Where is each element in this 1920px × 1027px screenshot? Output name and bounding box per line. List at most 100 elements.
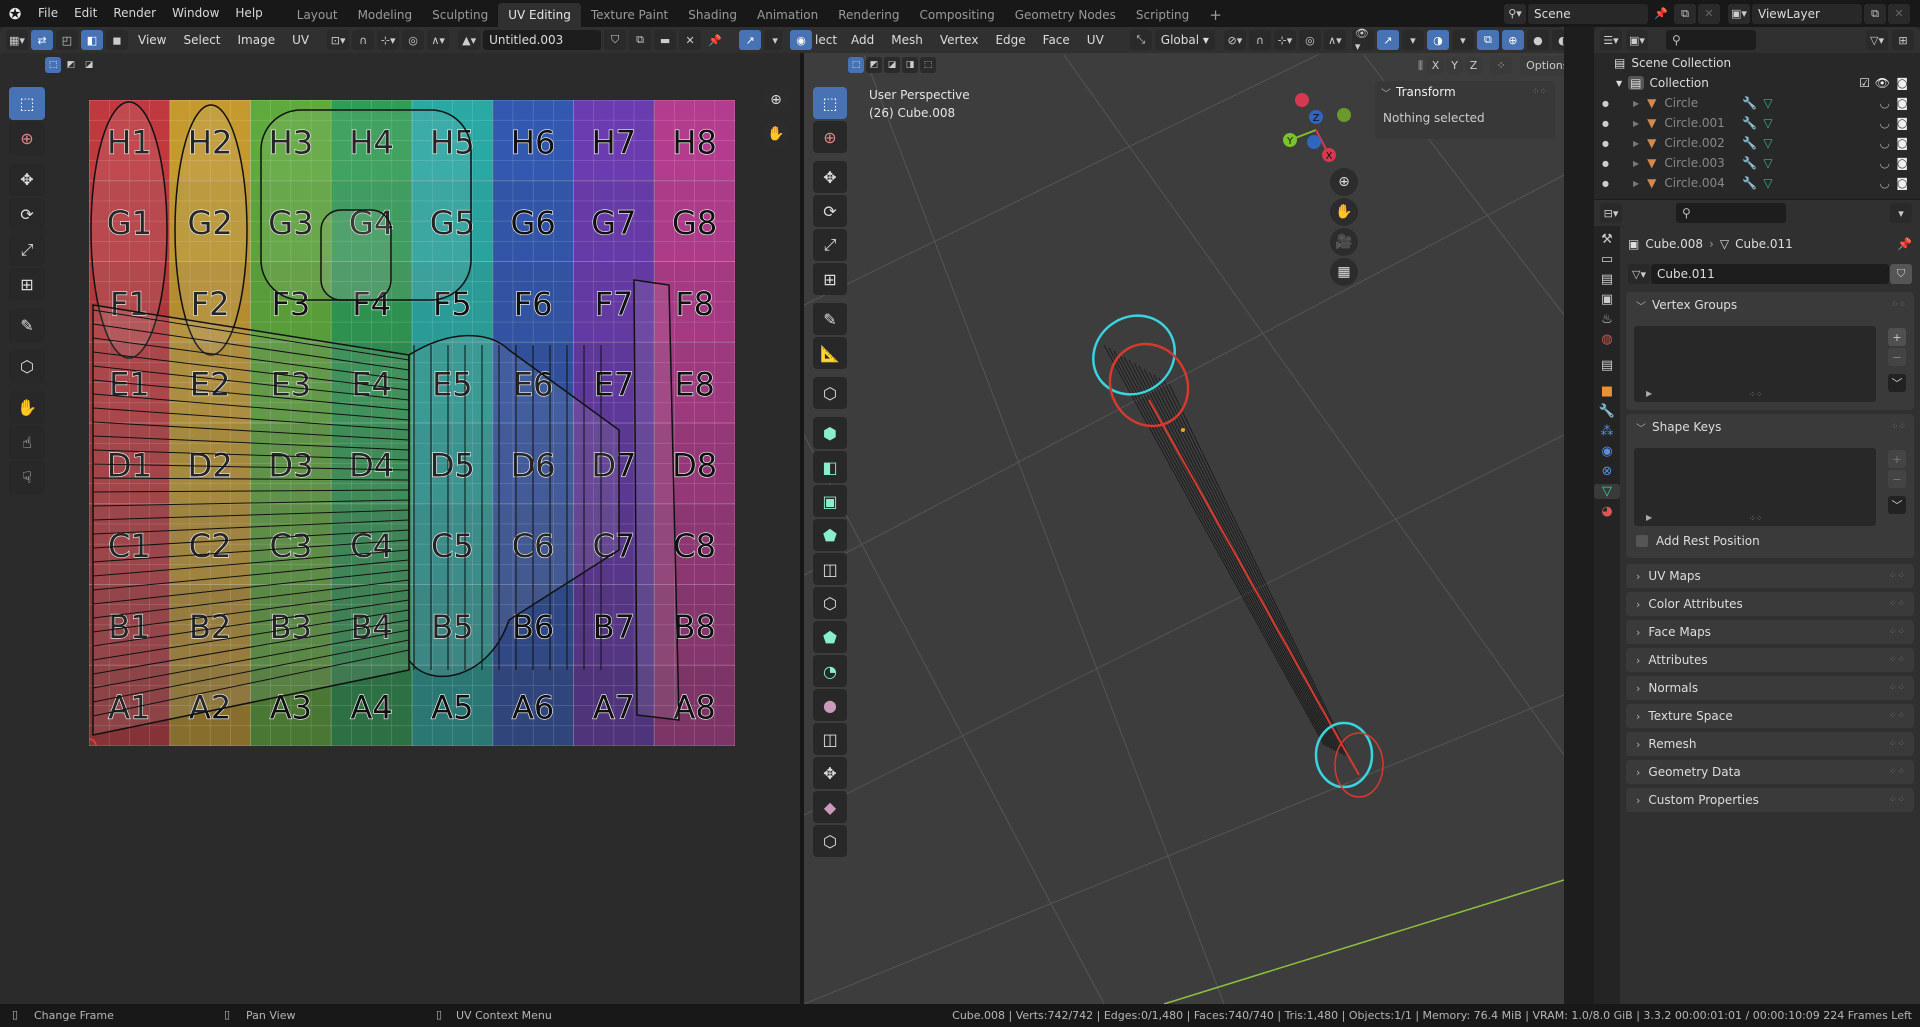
uv-menu-select[interactable]: Select — [176, 33, 227, 47]
navigation-gizmo[interactable] — [1270, 90, 1360, 170]
vp-tool-loop-cut[interactable]: ◫ — [813, 553, 847, 585]
render-camera-icon[interactable]: ◙ — [1896, 136, 1908, 150]
object-tab-icon[interactable]: ■ — [1601, 384, 1613, 399]
visibility-icon[interactable]: 👁▾ — [1351, 27, 1374, 53]
transform-chevron-icon[interactable]: ﹀ — [1381, 85, 1391, 100]
image-name-field[interactable]: Untitled.003 — [483, 30, 602, 50]
mesh-data-icon[interactable]: ▽ — [1763, 116, 1772, 130]
workspace-tab-shading[interactable]: Shading — [678, 3, 747, 27]
mesh-data-icon[interactable]: ▽ — [1763, 96, 1772, 110]
uv-menu-uv[interactable]: UV — [285, 33, 316, 47]
particles-tab-icon[interactable]: ⁂ — [1601, 424, 1614, 439]
delete-view-layer-icon[interactable]: ✕ — [1888, 3, 1910, 24]
drag-grip-icon[interactable]: ⁘⁘ — [1889, 795, 1906, 805]
material-tab-icon[interactable]: ◕ — [1601, 504, 1612, 519]
view-layer-field[interactable]: ViewLayer — [1752, 3, 1862, 24]
workspace-tab-layout[interactable]: Layout — [287, 3, 348, 27]
viewport-gizmo-icon[interactable]: ↗ — [1376, 30, 1399, 50]
collapsed-panel-face-maps[interactable]: › Face Maps ⁘⁘ — [1626, 620, 1914, 644]
drag-grip-icon[interactable]: ⁘⁘ — [1889, 627, 1906, 637]
snap-icon[interactable]: ∩ — [1248, 30, 1271, 50]
mesh-data-icon[interactable]: ▽ — [1763, 136, 1772, 150]
falloff-icon[interactable]: ∧▾ — [427, 30, 450, 50]
expand-arrow-icon[interactable]: ▼ — [1616, 79, 1622, 88]
hide-viewport-icon[interactable]: ◡ — [1880, 116, 1890, 130]
tool-cursor[interactable]: ⊕ — [9, 122, 45, 155]
proportional-falloff-icon[interactable]: ∧▾ — [1323, 30, 1346, 50]
transform-panel-title[interactable]: Transform — [1396, 85, 1456, 99]
drag-grip-icon[interactable]: ⁘⁘ — [1891, 422, 1906, 432]
mirror-y-toggle[interactable]: Y — [1446, 57, 1464, 74]
outliner-editor-type-icon[interactable]: ☰▾ — [1600, 30, 1622, 50]
outliner-item[interactable]: ● ▶ ▼ Circle 🔧 ▽ ◡ ◙ — [1594, 93, 1914, 113]
viewport-menu-mesh[interactable]: Mesh — [884, 33, 930, 47]
outliner-search-field[interactable]: ⚲ — [1666, 30, 1756, 50]
workspace-tab-geometry-nodes[interactable]: Geometry Nodes — [1005, 3, 1126, 27]
collapsed-panel-normals[interactable]: › Normals ⁘⁘ — [1626, 676, 1914, 700]
render-camera-icon[interactable]: ◙ — [1896, 76, 1908, 90]
snap-toggle-icon[interactable]: ∩ — [352, 30, 375, 50]
open-image-icon[interactable]: ▬ — [654, 30, 677, 50]
orientation-icon[interactable]: ⤡ — [1129, 30, 1152, 50]
workspace-tab-modeling[interactable]: Modeling — [348, 3, 423, 27]
properties-options-dropdown[interactable]: ▾ — [1890, 203, 1912, 223]
exclude-checkbox[interactable]: ☑ — [1859, 76, 1870, 90]
render-camera-icon[interactable]: ◙ — [1896, 156, 1908, 170]
collection-tab-icon[interactable]: ▤ — [1601, 358, 1613, 373]
viewport-menu-select[interactable]: lect — [815, 33, 841, 47]
vertex-group-specials-button[interactable]: ﹀ — [1888, 374, 1906, 392]
properties-editor-type-icon[interactable]: ⊟▾ — [1600, 203, 1622, 223]
physics-tab-icon[interactable]: ◉ — [1601, 444, 1612, 459]
collapsed-panel-geometry-data[interactable]: › Geometry Data ⁘⁘ — [1626, 760, 1914, 784]
shape-keys-list[interactable]: ▶ ⁘⁘ — [1634, 448, 1876, 526]
vp-tool-spin[interactable]: ◔ — [813, 655, 847, 687]
modifier-wrench-icon[interactable]: 🔧 — [1742, 96, 1757, 110]
gizmo-toggle-icon[interactable]: ↗ — [739, 30, 762, 50]
modifier-tab-icon[interactable]: 🔧 — [1599, 404, 1615, 419]
outliner-item[interactable]: ● ▶ ▼ Circle.001 🔧 ▽ ◡ ◙ — [1594, 113, 1914, 133]
solid-shading-icon[interactable]: ● — [1526, 30, 1549, 50]
collection-row[interactable]: ▼ ▤ Collection ☑ 👁 ◙ — [1594, 73, 1914, 93]
vp-select-intersect[interactable]: ⬚ — [920, 57, 936, 73]
select-new-mode[interactable]: ⬚ — [45, 57, 61, 73]
vertex-select-mode[interactable]: ◰ — [56, 30, 78, 50]
uv-menu-view[interactable]: View — [131, 33, 173, 47]
tool-move[interactable]: ✥ — [9, 163, 45, 196]
modifier-wrench-icon[interactable]: 🔧 — [1742, 156, 1757, 170]
mesh-data-icon[interactable]: ▽ — [1763, 156, 1772, 170]
viewport-menu-vertex[interactable]: Vertex — [933, 33, 986, 47]
remove-vertex-group-button[interactable]: − — [1888, 348, 1906, 366]
vertex-groups-chevron-icon[interactable]: ﹀ — [1636, 298, 1646, 313]
sync-selection-toggle[interactable]: ⇄ — [31, 30, 53, 50]
list-resize-grip-icon[interactable]: ⁘⁘ — [1749, 514, 1762, 523]
drag-grip-icon[interactable]: ⁘⁘ — [1889, 739, 1906, 749]
mirror-x-toggle[interactable]: X — [1427, 57, 1445, 74]
menu-edit[interactable]: Edit — [66, 0, 105, 27]
new-scene-icon[interactable]: ⧉ — [1674, 3, 1696, 24]
delete-scene-icon[interactable]: ✕ — [1698, 3, 1720, 24]
remove-shape-key-button[interactable]: − — [1888, 470, 1906, 488]
overlays-dropdown[interactable]: ▾ — [1451, 30, 1474, 50]
edge-select-mode[interactable]: ◧ — [81, 30, 103, 50]
tool-rip-region[interactable]: ⬡ — [9, 350, 45, 383]
pin-icon[interactable]: 📌 — [1650, 4, 1672, 24]
scene-selector-icon[interactable]: ⚲▾ — [1504, 3, 1526, 24]
drag-grip-icon[interactable]: ⁘⁘ — [1532, 87, 1547, 97]
properties-search-field[interactable]: ⚲ — [1676, 203, 1786, 223]
pivot-point-icon[interactable]: ⊡▾ — [327, 30, 350, 50]
hide-viewport-icon[interactable]: ◡ — [1880, 136, 1890, 150]
expand-arrow-icon[interactable]: ▶ — [1633, 159, 1639, 168]
fake-user-icon[interactable]: ⛉ — [604, 30, 627, 50]
expand-arrow-icon[interactable]: ▶ — [1633, 99, 1639, 108]
pin-image-icon[interactable]: 📌 — [704, 30, 726, 50]
select-mode-icon[interactable]: ◉ — [790, 30, 812, 50]
unlink-image-icon[interactable]: ✕ — [679, 30, 702, 50]
expand-arrow-icon[interactable]: ▶ — [1633, 139, 1639, 148]
tool-annotate[interactable]: ✎ — [9, 309, 45, 342]
collapsed-panel-color-attributes[interactable]: › Color Attributes ⁘⁘ — [1626, 592, 1914, 616]
drag-grip-icon[interactable]: ⁘⁘ — [1889, 711, 1906, 721]
collapsed-panel-remesh[interactable]: › Remesh ⁘⁘ — [1626, 732, 1914, 756]
outliner-item[interactable]: ● ▶ ▼ Circle.002 🔧 ▽ ◡ ◙ — [1594, 133, 1914, 153]
hide-viewport-icon[interactable]: ◡ — [1880, 96, 1890, 110]
filter-icon[interactable]: ▽▾ — [1866, 30, 1888, 50]
